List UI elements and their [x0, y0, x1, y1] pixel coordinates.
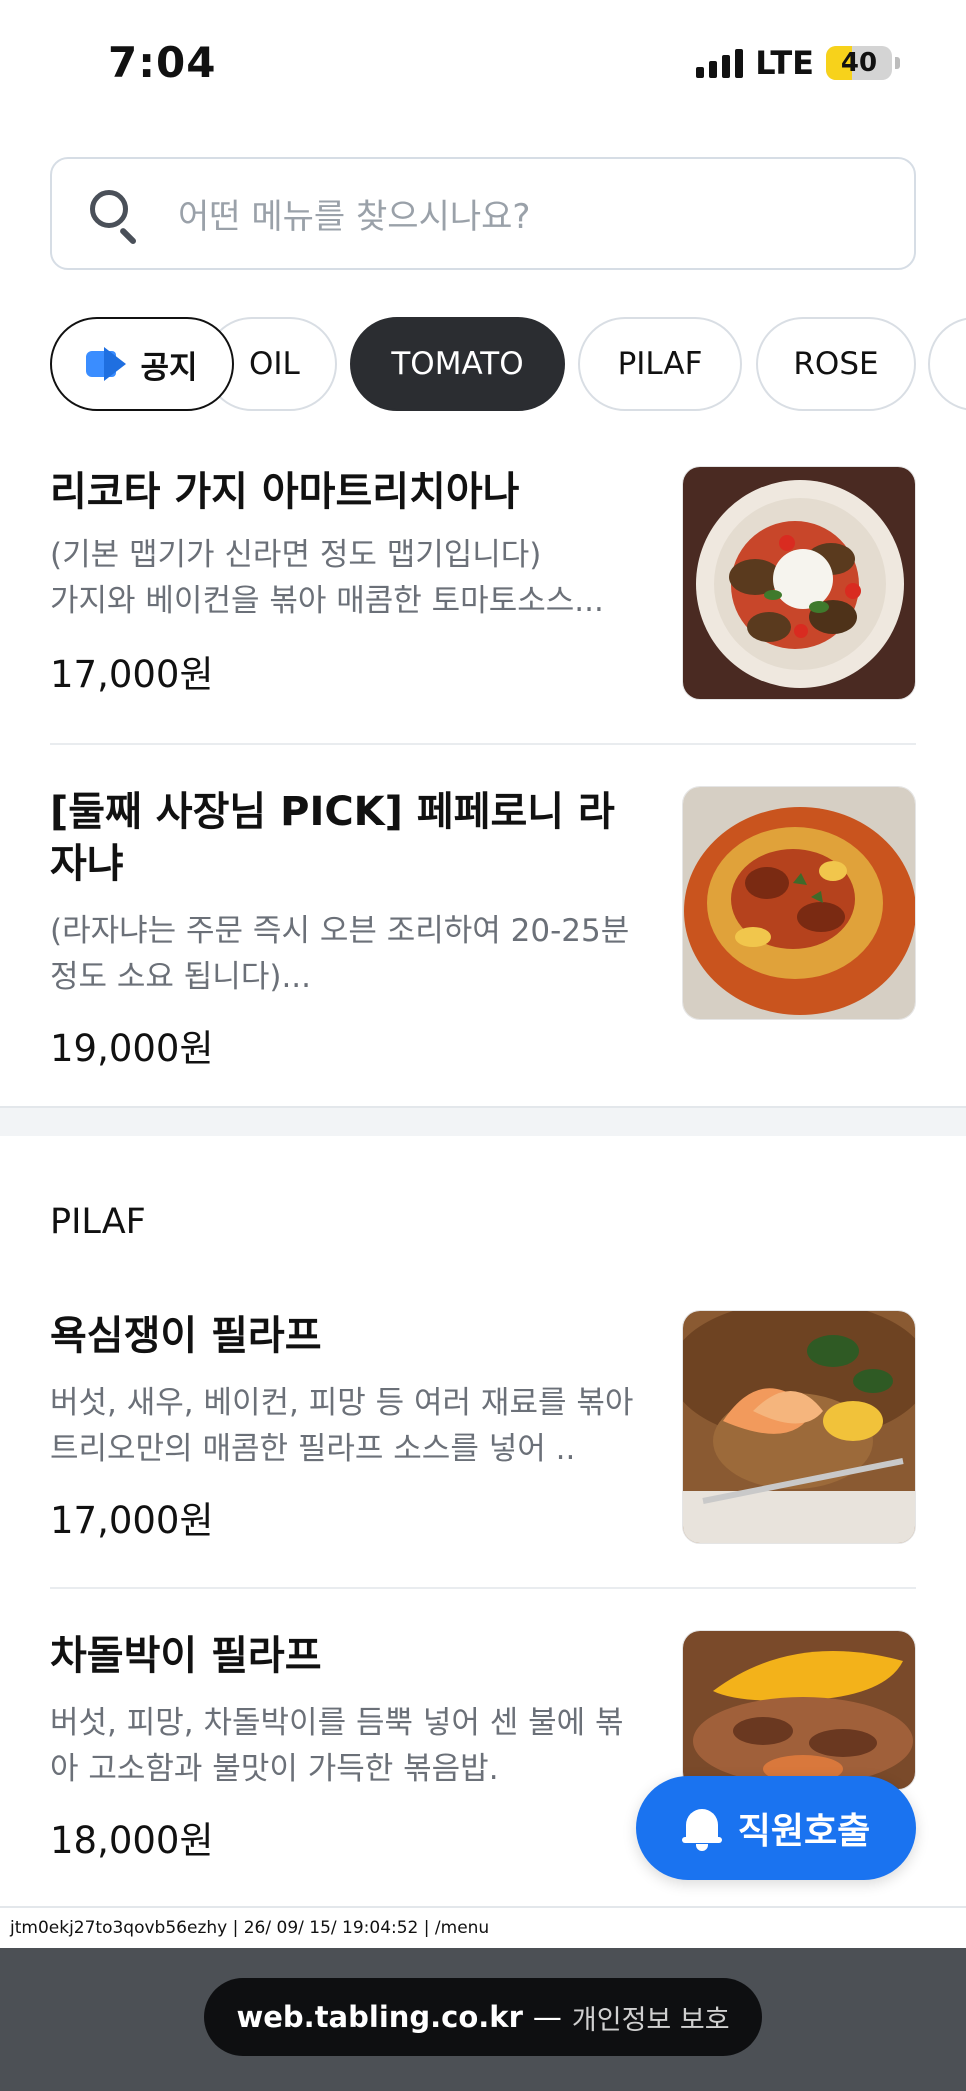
bell-icon: [681, 1805, 722, 1851]
item-name: 차돌박이 필라프: [50, 1633, 322, 1679]
item-name: 리코타 가지 아마트리치아나: [50, 469, 520, 515]
battery-percent: 40: [840, 48, 878, 78]
item-name: 욕심쟁이 필라프: [50, 1313, 322, 1359]
url-host: web.tabling.co.kr: [236, 2000, 523, 2034]
chip-label: TOMATO: [391, 346, 524, 382]
divider: [50, 743, 916, 745]
chip-notice[interactable]: 공지: [50, 317, 234, 411]
item-name: [둘째 사장님 PICK] 페페로니 라자냐: [50, 789, 615, 887]
item-description: (라자냐는 주문 즉시 오븐 조리하여 20-25분 정도 소요 됩니다)...: [50, 913, 630, 995]
status-bar: 7:04 LTE 40: [0, 0, 966, 120]
menu-item[interactable]: [둘째 사장님 PICK] 페페로니 라자냐 (라자냐는 주문 즉시 오븐 조리…: [50, 786, 916, 1070]
battery-icon: 40: [826, 46, 892, 80]
battery-cap: [895, 57, 900, 69]
search-placeholder: 어떤 메뉴를 찾으시나요?: [178, 197, 531, 237]
network-label: LTE: [755, 44, 814, 82]
item-price: 17,000원: [50, 653, 214, 696]
food-photo: [682, 466, 916, 700]
search-icon: [88, 188, 140, 245]
food-photo: [682, 1310, 916, 1544]
item-price: 17,000원: [50, 1499, 214, 1542]
item-description: (기본 맵기가 신라면 정도 맵기입니다) 가지와 베이컨을 볶아 매콤한 토마…: [50, 537, 604, 619]
chip-label: OIL: [249, 346, 300, 382]
section-separator: [0, 1106, 966, 1136]
staff-call-label: 직원호출: [737, 1811, 871, 1852]
chip-label: 공지: [140, 349, 198, 386]
item-description: 버섯, 피망, 차돌박이를 듬뿍 넣어 센 불에 볶아 고소함과 불맛이 가득한…: [50, 1705, 624, 1787]
section-title: PILAF: [50, 1202, 146, 1242]
chip-more[interactable]: [928, 317, 966, 411]
status-time: 7:04: [108, 38, 217, 87]
signal-icon: [696, 48, 744, 78]
browser-bar: web.tabling.co.kr — 개인정보 보호: [0, 1948, 966, 2091]
megaphone-icon: [86, 347, 127, 381]
staff-call-button[interactable]: 직원호출: [636, 1776, 916, 1880]
status-indicators: LTE 40: [696, 44, 900, 82]
chip-label: ROSE: [793, 346, 879, 382]
menu-item[interactable]: 욕심쟁이 필라프 버섯, 새우, 베이컨, 피망 등 여러 재료를 볶아 트리오…: [50, 1310, 916, 1544]
chip-label: PILAF: [617, 346, 703, 382]
item-price: 18,000원: [50, 1819, 214, 1862]
url-separator: —: [532, 2000, 562, 2034]
menu-item[interactable]: 리코타 가지 아마트리치아나 (기본 맵기가 신라면 정도 맵기입니다) 가지와…: [50, 466, 916, 700]
search-input[interactable]: 어떤 메뉴를 찾으시나요?: [50, 157, 916, 270]
food-photo: [682, 1630, 916, 1790]
food-photo: [682, 786, 916, 1020]
item-description: 버섯, 새우, 베이컨, 피망 등 여러 재료를 볶아 트리오만의 매콤한 필라…: [50, 1385, 634, 1467]
address-bar[interactable]: web.tabling.co.kr — 개인정보 보호: [204, 1978, 762, 2056]
chip-pilaf[interactable]: PILAF: [578, 317, 742, 411]
divider: [50, 1587, 916, 1589]
session-info: jtm0ekj27to3qovb56ezhy | 26/ 09/ 15/ 19:…: [0, 1908, 966, 1948]
item-price: 19,000원: [50, 1027, 214, 1070]
privacy-note: 개인정보 보호: [571, 2004, 730, 2036]
chip-tomato[interactable]: TOMATO: [350, 317, 565, 411]
category-chips: OIL 공지 TOMATO PILAF ROSE: [0, 317, 966, 411]
chip-rose[interactable]: ROSE: [756, 317, 916, 411]
